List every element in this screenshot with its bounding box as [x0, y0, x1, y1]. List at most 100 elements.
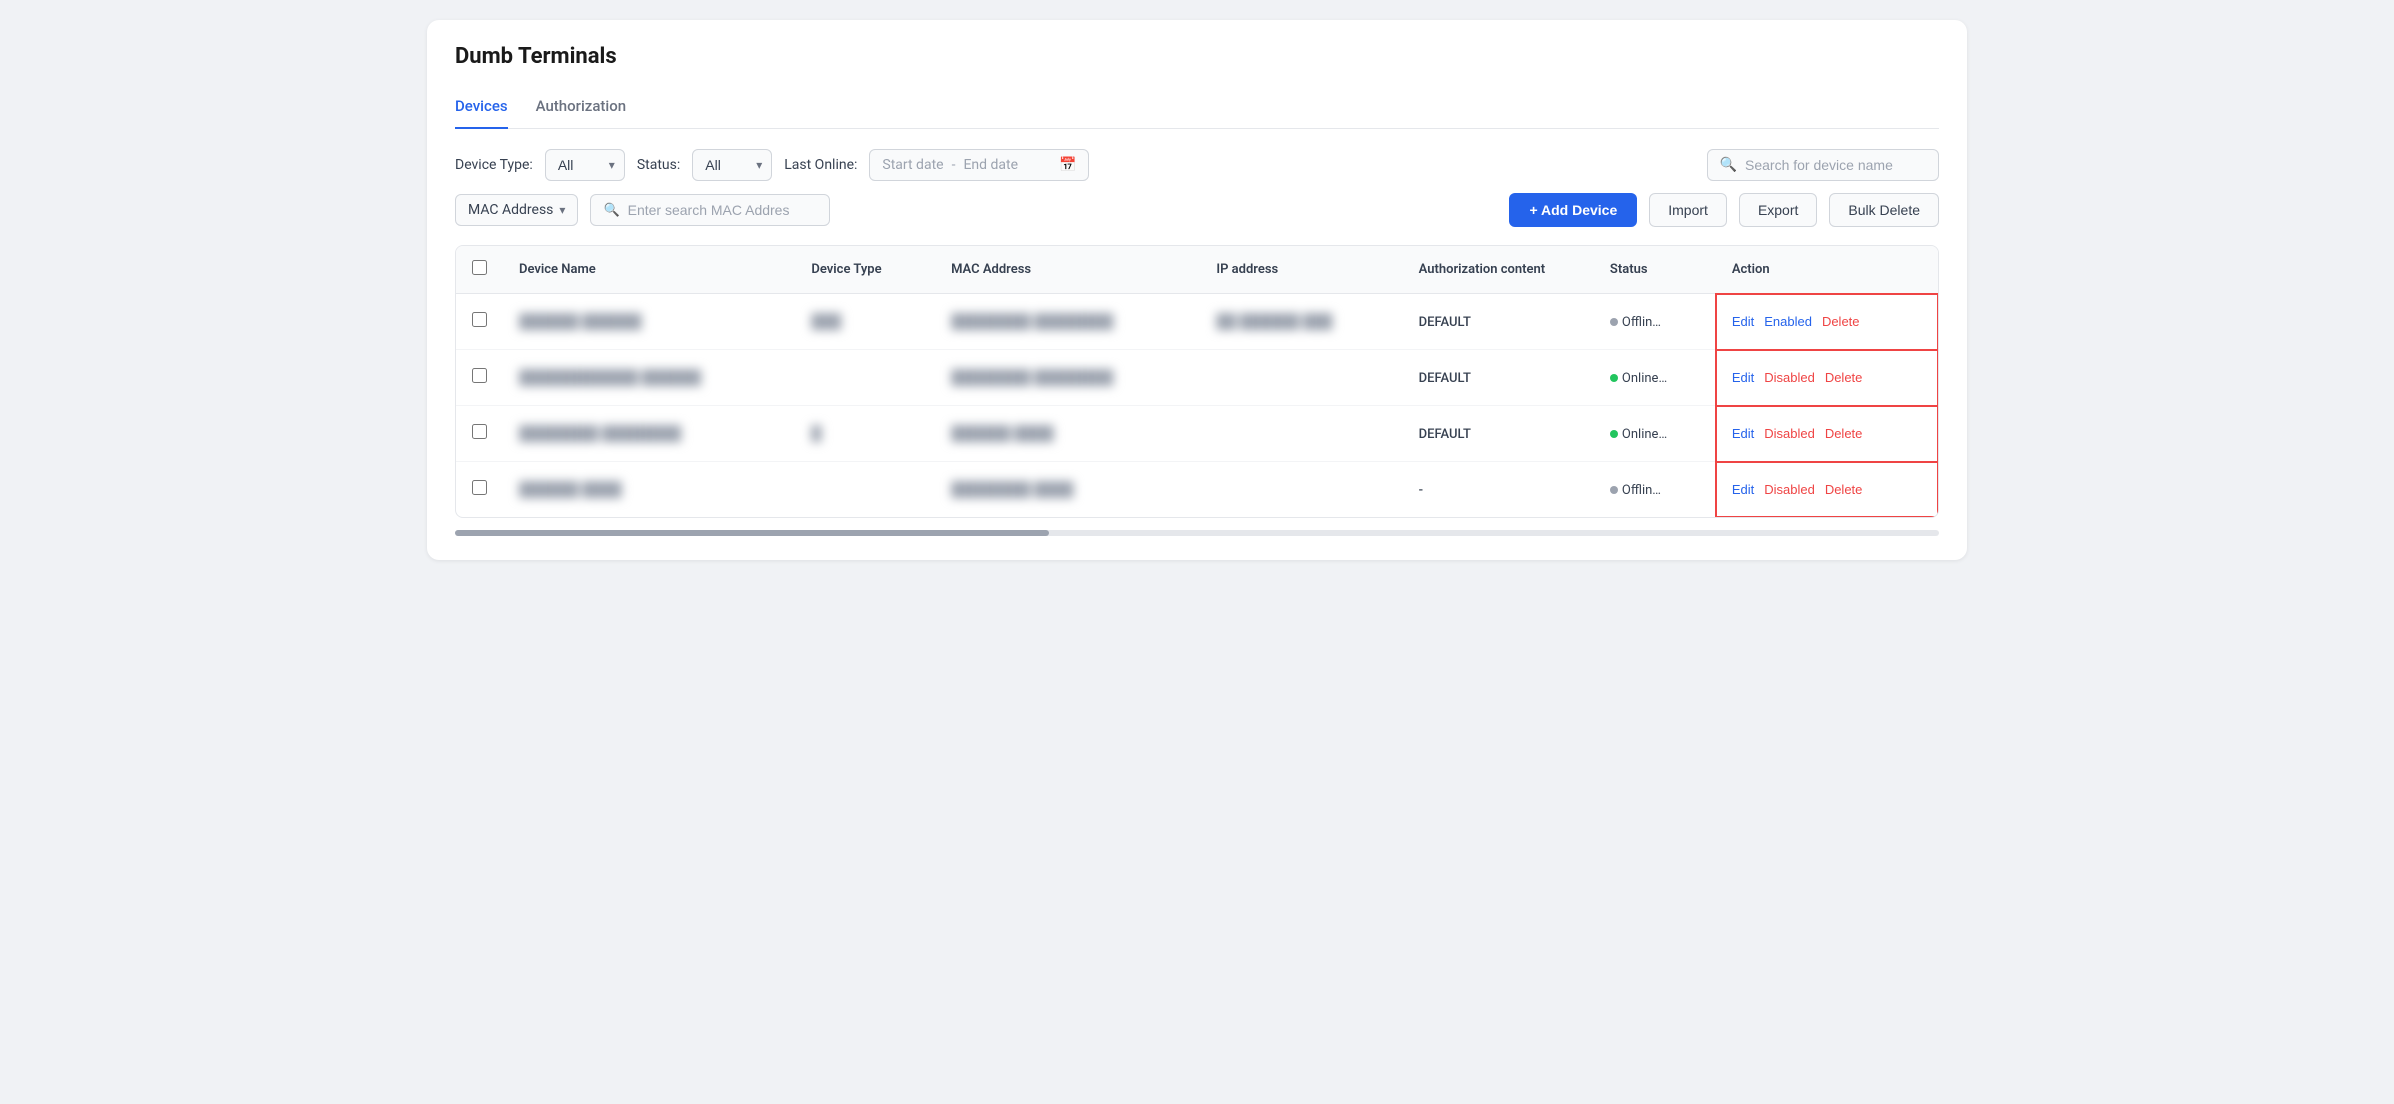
header-ip-address: IP address: [1200, 246, 1402, 294]
select-all-checkbox[interactable]: [472, 260, 487, 275]
row-ip-address: ██ ██████ ███: [1200, 294, 1402, 350]
mac-select-label: MAC Address: [468, 202, 553, 218]
mac-address-select[interactable]: MAC Address ▾: [455, 194, 578, 226]
row-checkbox[interactable]: [472, 368, 487, 383]
search-icon: 🔍: [1720, 157, 1737, 173]
tab-devices[interactable]: Devices: [455, 89, 508, 129]
mac-address-value: ██████ ████: [951, 426, 1054, 442]
device-type-value: █: [811, 426, 821, 442]
mac-address-value: ████████ ████: [951, 482, 1074, 498]
row-device-name: ██████ ████: [503, 462, 795, 518]
filters-row: Device Type: All ▾ Status: All ▾ Last On…: [455, 149, 1939, 181]
mac-address-value: ████████ ████████: [951, 370, 1113, 386]
table-row: ████████████ ██████ ████████ ████████ DEFA…: [456, 350, 1938, 406]
action-cell: Edit Disabled Delete: [1732, 482, 1922, 497]
row-mac-address: ██████ ████: [935, 406, 1200, 462]
device-name-value: ████████ ████████: [519, 426, 681, 442]
row-checkbox[interactable]: [472, 312, 487, 327]
end-date-placeholder: End date: [963, 157, 1018, 173]
delete-button[interactable]: Delete: [1825, 426, 1863, 441]
toggle-state-button[interactable]: Enabled: [1764, 314, 1812, 329]
status-value: Online…: [1622, 371, 1667, 386]
edit-button[interactable]: Edit: [1732, 314, 1754, 329]
status-select[interactable]: All: [692, 149, 772, 181]
start-date-placeholder: Start date: [882, 157, 943, 173]
action-cell: Edit Disabled Delete: [1732, 426, 1922, 441]
row-mac-address: ████████ ████████: [935, 350, 1200, 406]
status-dot-icon: [1610, 430, 1618, 438]
delete-button[interactable]: Delete: [1825, 482, 1863, 497]
delete-button[interactable]: Delete: [1825, 370, 1863, 385]
actions-row: MAC Address ▾ 🔍 + Add Device Import Expo…: [455, 193, 1939, 227]
action-cell: Edit Enabled Delete: [1732, 314, 1922, 329]
header-action: Action: [1716, 246, 1938, 294]
row-action[interactable]: Edit Disabled Delete: [1716, 406, 1938, 462]
device-name-value: ████████████ ██████: [519, 370, 701, 386]
row-auth-content: DEFAULT: [1403, 406, 1594, 462]
import-button[interactable]: Import: [1649, 193, 1727, 227]
row-ip-address: [1200, 350, 1402, 406]
ip-address-value: ██ ██████ ███: [1216, 314, 1332, 330]
toggle-state-button[interactable]: Disabled: [1764, 370, 1815, 385]
scroll-thumb[interactable]: [455, 530, 1049, 536]
page-title: Dumb Terminals: [455, 44, 1939, 69]
edit-button[interactable]: Edit: [1732, 426, 1754, 441]
row-device-type: [795, 462, 935, 518]
status-value: Offlin…: [1622, 483, 1661, 498]
row-action[interactable]: Edit Disabled Delete: [1716, 350, 1938, 406]
mac-address-value: ████████ ████████: [951, 314, 1113, 330]
bulk-delete-button[interactable]: Bulk Delete: [1829, 193, 1939, 227]
mac-search-bar[interactable]: 🔍: [590, 194, 830, 226]
header-mac-address: MAC Address: [935, 246, 1200, 294]
toggle-state-button[interactable]: Disabled: [1764, 426, 1815, 441]
action-cell: Edit Disabled Delete: [1732, 370, 1922, 385]
device-type-label: Device Type:: [455, 157, 533, 173]
row-action[interactable]: Edit Enabled Delete: [1716, 294, 1938, 350]
auth-content-value: -: [1419, 483, 1423, 498]
search-input[interactable]: [1745, 157, 1926, 173]
row-checkbox-cell[interactable]: [456, 462, 503, 518]
row-action[interactable]: Edit Disabled Delete: [1716, 462, 1938, 518]
status-value: Online…: [1622, 427, 1667, 442]
table-header-row: Device Name Device Type MAC Address IP a…: [456, 246, 1938, 294]
row-device-name: ████████████ ██████: [503, 350, 795, 406]
row-checkbox-cell[interactable]: [456, 294, 503, 350]
row-checkbox[interactable]: [472, 480, 487, 495]
status-dot-icon: [1610, 374, 1618, 382]
row-mac-address: ████████ ████: [935, 462, 1200, 518]
row-checkbox[interactable]: [472, 424, 487, 439]
toggle-state-button[interactable]: Disabled: [1764, 482, 1815, 497]
row-status: Offlin…: [1594, 294, 1716, 350]
row-device-type: █: [795, 406, 935, 462]
last-online-label: Last Online:: [784, 157, 857, 173]
edit-button[interactable]: Edit: [1732, 370, 1754, 385]
header-device-type: Device Type: [795, 246, 935, 294]
status-value: Offlin…: [1622, 315, 1661, 330]
add-device-button[interactable]: + Add Device: [1509, 193, 1637, 227]
row-checkbox-cell[interactable]: [456, 406, 503, 462]
auth-content-value: DEFAULT: [1419, 371, 1471, 386]
date-range-picker[interactable]: Start date - End date 📅: [869, 149, 1089, 181]
row-checkbox-cell[interactable]: [456, 350, 503, 406]
delete-button[interactable]: Delete: [1822, 314, 1860, 329]
header-status: Status: [1594, 246, 1716, 294]
scrollbar-row: [455, 518, 1939, 536]
status-dot-icon: [1610, 486, 1618, 494]
tab-authorization[interactable]: Authorization: [536, 89, 626, 129]
calendar-icon: 📅: [1059, 157, 1076, 173]
table-row: ████████ ████████ █ ██████ ████ DEFAULT Onli…: [456, 406, 1938, 462]
device-name-search[interactable]: 🔍: [1707, 149, 1939, 181]
mac-search-input[interactable]: [628, 202, 818, 218]
device-name-value: ██████ ████: [519, 482, 622, 498]
row-status: Online…: [1594, 350, 1716, 406]
row-device-name: ████████ ████████: [503, 406, 795, 462]
auth-content-value: DEFAULT: [1419, 427, 1471, 442]
edit-button[interactable]: Edit: [1732, 482, 1754, 497]
header-checkbox[interactable]: [456, 246, 503, 294]
device-type-select[interactable]: All: [545, 149, 625, 181]
export-button[interactable]: Export: [1739, 193, 1817, 227]
row-device-type: [795, 350, 935, 406]
date-dash: -: [952, 157, 956, 173]
scroll-track[interactable]: [455, 530, 1939, 536]
row-ip-address: [1200, 406, 1402, 462]
